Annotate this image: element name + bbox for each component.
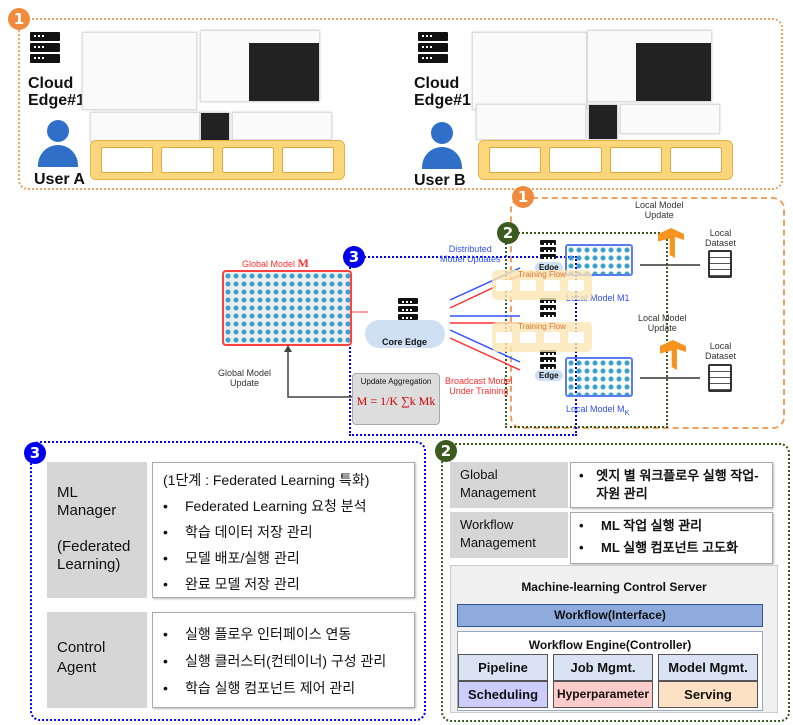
local-dataset-label: Local Dataset [705, 341, 737, 361]
list-item: 실행 클러스터(컨테이너) 구성 관리 [163, 648, 404, 675]
update-aggregation-box: Update Aggregation M = 1/K ∑k Mk [352, 373, 440, 425]
ml-manager-details: (1단계 : Federated Learning 특화) Federated … [152, 462, 415, 598]
control-agent-details: 실행 플로우 인터페이스 연동 실행 클러스터(컨테이너) 구성 관리 학습 실… [152, 612, 415, 708]
pipeline-cell: Pipeline [458, 654, 548, 681]
local-model-k-label: Local Model MK [566, 404, 630, 417]
edge-label: Edge [535, 370, 563, 381]
badge-3: 3 [24, 442, 46, 464]
workflow-management-details: ML 작업 실행 관리 ML 실행 컴포넌트 고도화 [570, 512, 773, 564]
ml-manager-heading: (1단계 : Federated Learning 특화) [163, 472, 370, 488]
serving-cell: Serving [658, 681, 758, 708]
global-management-details: • 엣지 별 워크플로우 실행 작업-자원 관리 [570, 462, 773, 508]
edge-server-icon [540, 298, 556, 319]
local-model-update-label: Local Model Update [635, 200, 684, 220]
list-item: 학습 데이터 저장 관리 [163, 519, 404, 545]
list-item: 학습 실행 컴포넌트 제어 관리 [163, 675, 404, 702]
workflow-management-title: Workflow Management [450, 512, 568, 558]
distributed-updates-label: Distributed Model Updates [440, 244, 501, 264]
local-dataset-label: Local Dataset [705, 228, 737, 248]
list-item: 실행 플로우 인터페이스 연동 [163, 621, 404, 648]
core-edge-server-icon [398, 298, 418, 322]
job-mgmt-cell: Job Mgmt. [553, 654, 653, 681]
local-model-k [565, 357, 633, 397]
global-management-title: Global Management [450, 462, 568, 508]
list-item: ML 작업 실행 관리 [579, 515, 764, 537]
workflow-engine-title: Workflow Engine(Controller) [528, 638, 692, 652]
training-flow: Training Flow [492, 270, 592, 300]
document-icon [708, 250, 732, 278]
list-item: 모델 배포/실행 관리 [163, 545, 404, 571]
list-item: 완료 모델 저장 관리 [163, 571, 404, 597]
aggregation-formula: M = 1/K ∑k Mk [356, 394, 436, 408]
scheduling-cell: Scheduling [458, 681, 548, 708]
list-item: ML 실행 컴포넌트 고도화 [579, 537, 764, 559]
update-aggregation-label: Update Aggregation [360, 377, 432, 386]
model-mgmt-cell: Model Mgmt. [658, 654, 758, 681]
server-title: Machine-learning Control Server [521, 580, 707, 594]
list-item: Federated Learning 요청 분석 [163, 493, 404, 519]
document-icon [708, 364, 732, 392]
ml-manager-title: ML Manager (Federated Learning) [47, 462, 147, 598]
core-edge-label: Core Edge [382, 337, 428, 347]
edge-server-icon [540, 240, 556, 261]
workflow-interface: Workflow(Interface) [457, 604, 763, 627]
badge-2: 2 [435, 440, 457, 462]
list-item: 엣지 별 워크플로우 실행 작업-자원 관리 [596, 468, 759, 501]
training-flow: Training Flow [492, 322, 592, 352]
edge-server-icon [540, 350, 556, 371]
broadcast-label: Broadcast Model Under Training [445, 376, 513, 396]
local-model-update-label: Local Model Update [638, 313, 687, 333]
hyperparameter-cell: Hyperparameter [553, 681, 653, 708]
control-agent-title: Control Agent [47, 612, 147, 708]
